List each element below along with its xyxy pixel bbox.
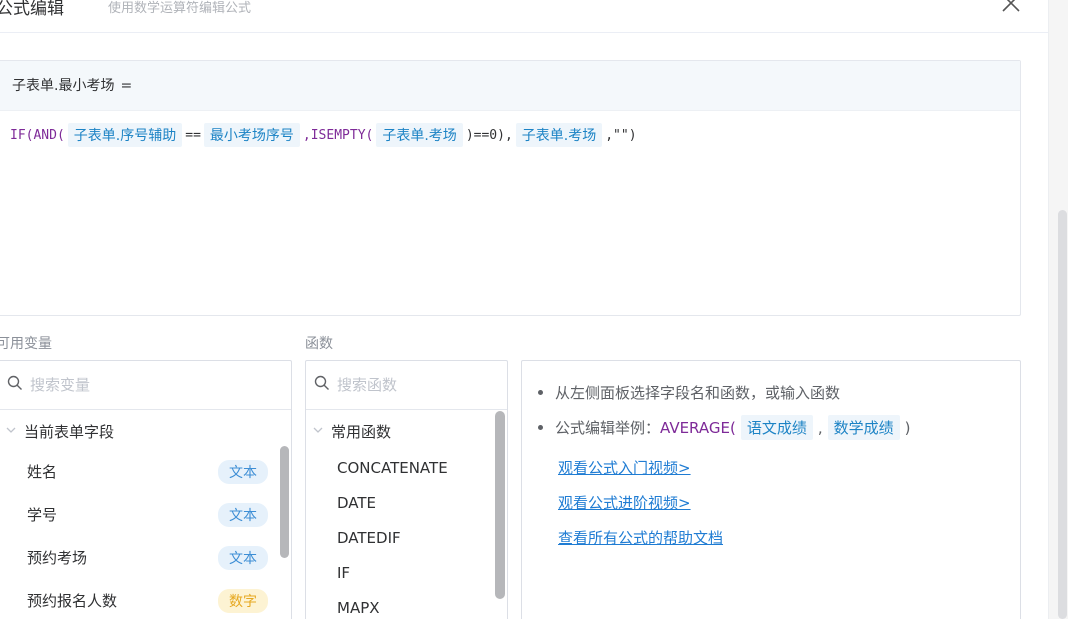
function-item[interactable]: MAPX (306, 590, 507, 619)
variable-type-badge: 数字 (218, 588, 268, 613)
help-docs-link[interactable]: 查看所有公式的帮助文档 (558, 523, 1020, 553)
function-item[interactable]: DATEDIF (306, 520, 507, 555)
variables-label: 可用变量 (0, 336, 52, 352)
page-scrollbar-thumb[interactable] (1058, 210, 1067, 619)
function-item[interactable]: IF (306, 555, 507, 590)
variable-item[interactable]: 姓名 文本 (0, 450, 291, 493)
function-group-label: 常用函数 (331, 422, 392, 441)
function-search (306, 361, 507, 410)
help-example: 公式编辑举例： AVERAGE( 语文成绩 , 数学成绩 ) (538, 410, 1020, 445)
chevron-down-icon (5, 422, 17, 440)
bullet-dot (538, 390, 543, 395)
dialog-header: 公式编辑 使用数学运算符编辑公式 (0, 0, 1048, 33)
formula-field-token[interactable]: 子表单.考场 (515, 123, 603, 147)
variable-item[interactable]: 预约考场 文本 (0, 536, 291, 579)
advanced-video-link[interactable]: 观看公式进阶视频> (558, 488, 1020, 518)
variable-name: 预约考场 (27, 549, 88, 567)
formula-editor[interactable]: 子表单.最小考场 = IF(AND(子表单.序号辅助 == 最小考场序号 ,ISEMPT… (0, 60, 1021, 316)
formula-operator: ,"") (605, 127, 637, 143)
formula-target: 子表单.最小考场 = (0, 61, 1020, 111)
formula-field-token[interactable]: 子表单.序号辅助 (67, 123, 183, 147)
equals-sign: = (120, 78, 133, 94)
functions-label: 函数 (305, 336, 333, 352)
example-function: AVERAGE( (660, 418, 736, 437)
close-icon[interactable] (1000, 0, 1022, 14)
intro-video-link[interactable]: 观看公式入门视频> (558, 453, 1020, 483)
functions-panel: 常用函数 CONCATENATEDATEDATEDIFIFMAPX (305, 360, 508, 619)
search-icon (7, 375, 23, 395)
formula-field-token[interactable]: 子表单.考场 (376, 123, 463, 147)
variables-panel: 当前表单字段 姓名文本学号文本预约考场文本预约报名人数数字 (0, 360, 292, 619)
bullet-dot (538, 425, 543, 430)
chevron-down-icon (312, 422, 324, 440)
variable-group-header[interactable]: 当前表单字段 (0, 412, 291, 450)
variable-type-badge: 文本 (218, 459, 268, 484)
help-tip-text: 从左侧面板选择字段名和函数，或输入函数 (555, 384, 841, 402)
variable-item[interactable]: 学号 文本 (0, 493, 291, 536)
variable-list-scrollbar[interactable] (280, 446, 289, 558)
example-field-token: 数学成绩 (827, 415, 900, 440)
variable-name: 姓名 (27, 463, 58, 481)
search-icon (314, 375, 330, 395)
variable-search-input[interactable] (30, 376, 180, 394)
example-close-paren: ) (904, 418, 911, 437)
variable-group-label: 当前表单字段 (24, 422, 115, 441)
formula-function: ,ISEMPTY( (302, 127, 374, 143)
variable-search (0, 361, 291, 410)
formula-field-token[interactable]: 最小考场序号 (203, 123, 300, 147)
formula-operator: )==0), (465, 127, 513, 143)
dialog-subtitle: 使用数学运算符编辑公式 (108, 1, 252, 16)
variable-type-badge: 文本 (218, 545, 268, 570)
variable-name: 学号 (27, 506, 58, 524)
help-example-prefix: 公式编辑举例： (555, 419, 661, 437)
formula-operator: == (185, 127, 201, 143)
function-item[interactable]: CONCATENATE (306, 450, 507, 485)
variable-name: 预约报名人数 (27, 592, 118, 610)
function-search-input[interactable] (337, 376, 487, 394)
function-group-header[interactable]: 常用函数 (306, 412, 507, 450)
page-scrollbar[interactable] (1048, 0, 1068, 619)
function-list-scrollbar[interactable] (495, 411, 505, 599)
help-panel: 从左侧面板选择字段名和函数，或输入函数 公式编辑举例： AVERAGE( 语文成… (521, 360, 1021, 619)
formula-function: IF(AND( (10, 127, 65, 143)
example-field-token: 语文成绩 (740, 415, 813, 440)
example-separator: , (817, 418, 823, 437)
variable-item[interactable]: 预约报名人数 数字 (0, 579, 291, 619)
function-item[interactable]: DATE (306, 485, 507, 520)
dialog-title: 公式编辑 (0, 0, 64, 19)
variable-type-badge: 文本 (218, 502, 268, 527)
help-tip: 从左侧面板选择字段名和函数，或输入函数 (538, 375, 1020, 410)
formula-expression[interactable]: IF(AND(子表单.序号辅助 == 最小考场序号 ,ISEMPTY(子表单.考场)=… (0, 111, 1020, 147)
target-field-label: 子表单.最小考场 (12, 78, 115, 94)
